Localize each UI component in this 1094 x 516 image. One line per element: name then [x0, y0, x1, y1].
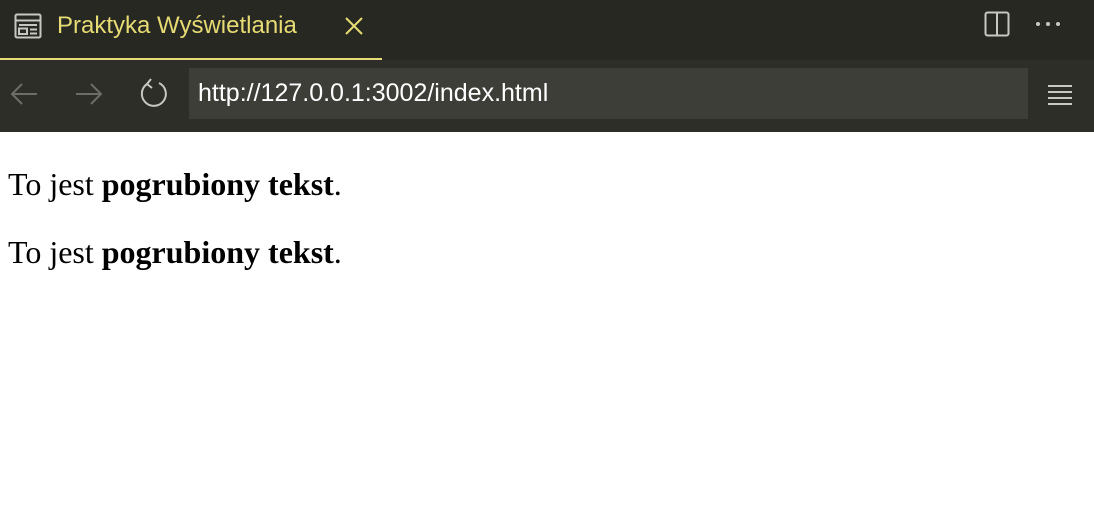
paragraph-text: To jest — [8, 166, 102, 202]
bold-text: pogrubiony tekst — [101, 166, 334, 202]
paragraph-punctuation: . — [333, 166, 342, 202]
paragraph: To jest pogrubiony tekst. — [8, 232, 342, 272]
tab-bar: Praktyka Wyświetlania — [0, 0, 1094, 60]
more-actions-icon[interactable] — [1032, 14, 1064, 34]
reload-icon[interactable] — [137, 76, 171, 110]
paragraph: To jest pogrubiony tekst. — [8, 164, 342, 204]
preview-icon — [14, 13, 42, 39]
forward-arrow-icon[interactable] — [72, 77, 106, 111]
split-editor-icon[interactable] — [984, 11, 1010, 37]
bold-text: pogrubiony tekst — [101, 234, 334, 270]
tab-title: Praktyka Wyświetlania — [57, 12, 297, 39]
browser-toolbar — [0, 60, 1094, 132]
paragraph-punctuation: . — [333, 234, 342, 270]
url-input[interactable] — [189, 68, 1028, 119]
page-content: To jest pogrubiony tekst. To jest pogrub… — [0, 132, 1094, 516]
close-icon[interactable] — [343, 15, 365, 37]
tab-preview[interactable]: Praktyka Wyświetlania — [0, 0, 382, 60]
paragraph-text: To jest — [8, 234, 102, 270]
back-arrow-icon[interactable] — [7, 77, 41, 111]
menu-icon[interactable] — [1045, 80, 1075, 110]
